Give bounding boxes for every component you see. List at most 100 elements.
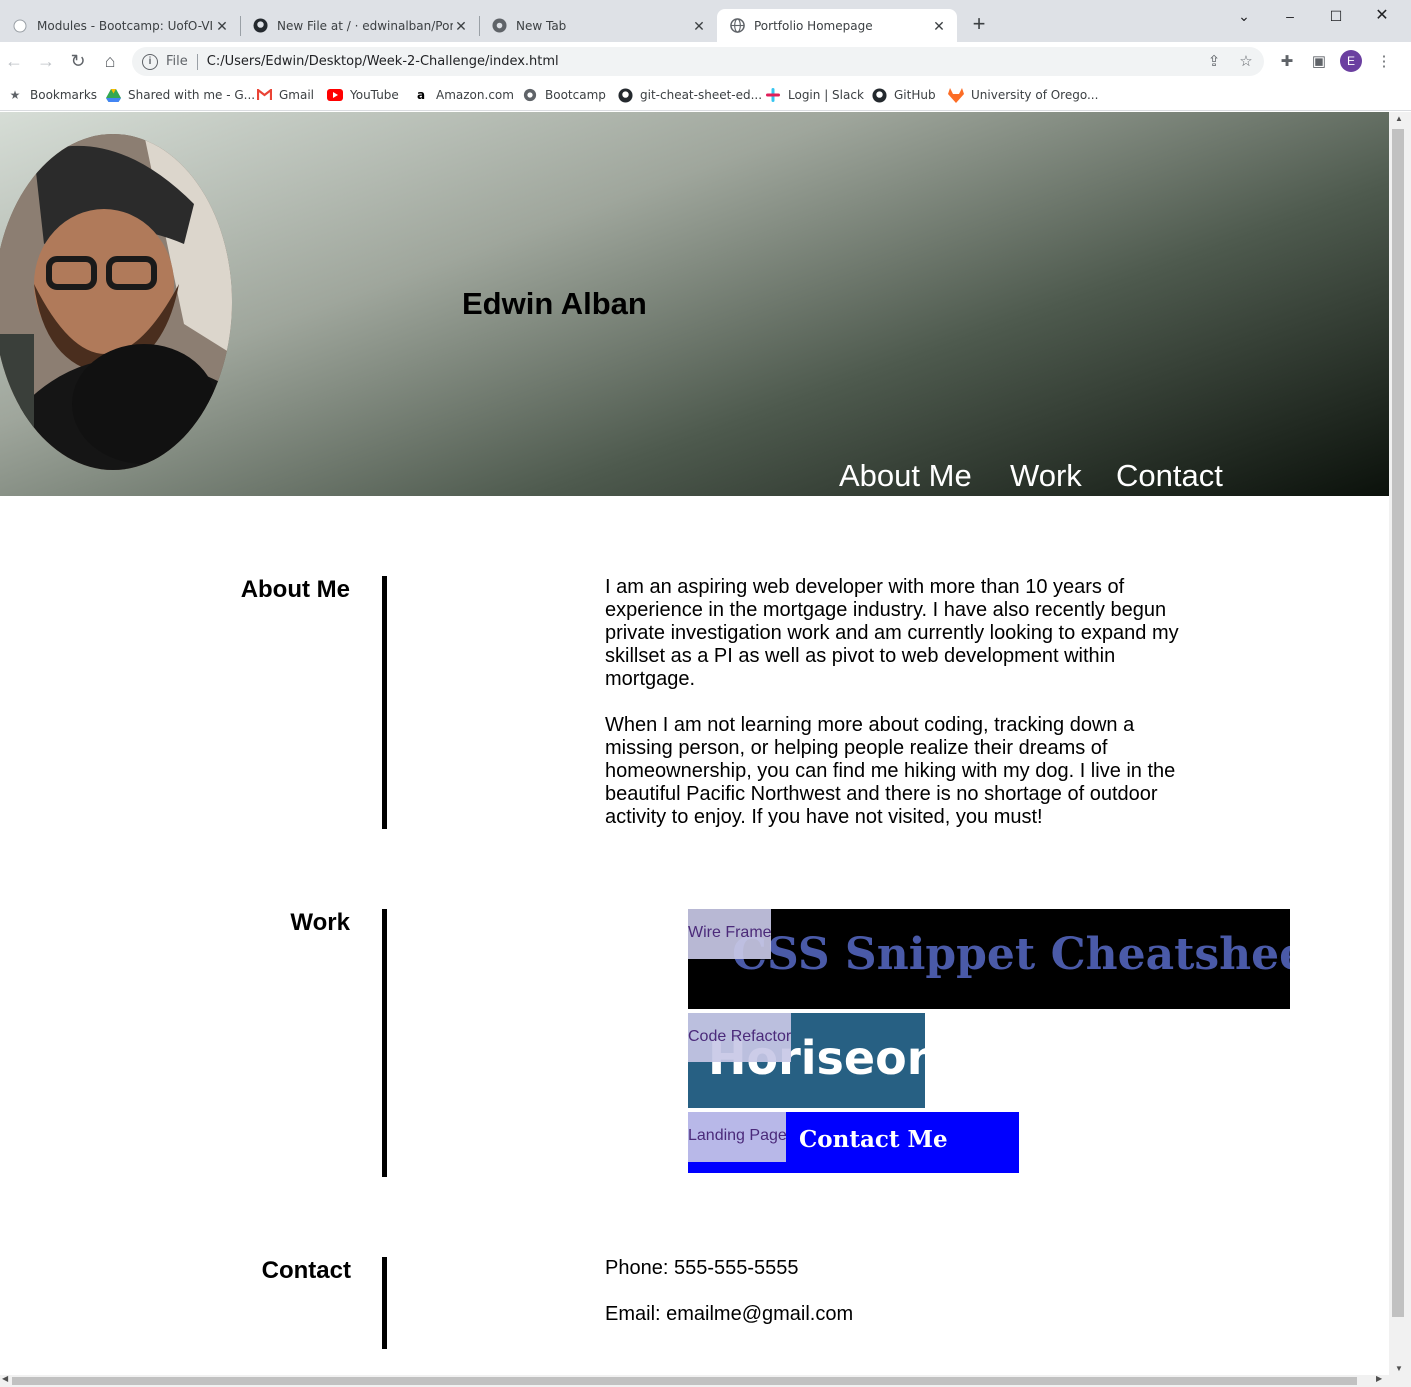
globe-icon <box>729 18 745 34</box>
tab-new-file[interactable]: New File at / · edwinalban/Portfo ✕ <box>240 9 479 42</box>
google-drive-icon <box>105 87 121 103</box>
address-bar[interactable]: i File C:/Users/Edwin/Desktop/Week-2-Cha… <box>132 47 1264 76</box>
bookmark-item[interactable]: YouTube <box>327 86 399 104</box>
gmail-icon <box>256 87 272 103</box>
close-tab-icon[interactable]: ✕ <box>931 18 947 34</box>
about-heading: About Me <box>240 576 350 603</box>
contact-phone: Phone: 555-555-5555 <box>605 1257 799 1279</box>
close-tab-icon[interactable]: ✕ <box>691 18 707 34</box>
project-image-text: Contact Me <box>799 1126 948 1153</box>
contact-email[interactable]: Email: emailme@gmail.com <box>605 1303 853 1326</box>
bookmark-label: Gmail <box>279 88 315 102</box>
horizontal-scrollbar[interactable]: ◀ ▶ <box>0 1374 1411 1387</box>
project-label: Wire Frame <box>688 909 772 959</box>
profile-photo <box>0 134 232 470</box>
home-icon[interactable]: ⌂ <box>99 50 121 72</box>
about-paragraph: When I am not learning more about coding… <box>605 714 1176 828</box>
close-tab-icon[interactable]: ✕ <box>214 18 230 34</box>
site-title: Edwin Alban <box>462 286 647 321</box>
url-scheme: File <box>166 54 188 69</box>
bookmark-label: Bootcamp <box>545 88 606 102</box>
tab-title: Portfolio Homepage <box>754 18 873 33</box>
scroll-left-icon[interactable]: ◀ <box>2 1374 8 1383</box>
nav-link-contact[interactable]: Contact <box>1116 458 1223 494</box>
scroll-right-icon[interactable]: ▶ <box>1376 1374 1382 1383</box>
bookmark-star-icon[interactable]: ☆ <box>1238 54 1254 70</box>
github-icon <box>871 87 887 103</box>
tab-title: New File at / · edwinalban/Portfo <box>277 18 453 33</box>
scrollbar-thumb[interactable] <box>1392 129 1404 1317</box>
project-card-landing-page[interactable]: Contact Me Landing Page <box>688 1112 1019 1173</box>
bookmark-item[interactable]: a Amazon.com <box>413 86 514 104</box>
bookmark-label: University of Orego... <box>971 88 1099 102</box>
bookmark-item[interactable]: Gmail <box>256 86 314 104</box>
share-icon[interactable]: ⇪ <box>1206 54 1222 70</box>
project-label: Code Refactor <box>688 1013 791 1062</box>
contact-heading: Contact <box>261 1257 351 1284</box>
tab-portfolio-homepage[interactable]: Portfolio Homepage ✕ <box>717 9 957 42</box>
star-icon: ★ <box>9 88 21 102</box>
about-text: I am an aspiring web developer with more… <box>605 576 1180 829</box>
back-icon[interactable]: ← <box>3 50 25 72</box>
forward-icon[interactable]: → <box>35 50 57 72</box>
minimize-icon[interactable]: – <box>1280 6 1300 26</box>
new-tab-icon[interactable]: + <box>967 13 991 37</box>
bookmark-item[interactable]: git-cheat-sheet-ed... <box>617 86 762 104</box>
bookmark-label: GitHub <box>894 88 936 102</box>
tab-strip: Modules - Bootcamp: UofO-VIRT ✕ New File… <box>0 0 1411 42</box>
gitlab-icon <box>948 87 964 103</box>
vertical-scrollbar[interactable]: ▲ ▼ <box>1389 112 1411 1375</box>
nav-link-work[interactable]: Work <box>1010 458 1082 494</box>
tab-modules[interactable]: Modules - Bootcamp: UofO-VIRT ✕ <box>0 9 240 42</box>
bookmark-item[interactable]: Bootcamp <box>522 86 606 104</box>
project-image-text: CSS Snippet Cheatsheet <box>732 929 1290 980</box>
address-divider <box>196 53 198 70</box>
bootcamp-icon <box>12 18 28 34</box>
hero-header: Edwin Alban About Me Work Contact <box>0 112 1389 496</box>
site-info-icon[interactable]: i <box>142 53 158 70</box>
about-paragraph: I am an aspiring web developer with more… <box>605 576 1179 690</box>
nav-link-about-me[interactable]: About Me <box>839 458 972 494</box>
project-card-code-refactor[interactable]: Horiseon Code Refactor <box>688 1013 925 1108</box>
bookmark-item[interactable]: University of Orego... <box>948 86 1098 104</box>
reload-icon[interactable]: ↻ <box>67 50 89 72</box>
work-heading: Work <box>290 909 350 936</box>
youtube-icon <box>327 87 343 103</box>
tab-search-chevron-icon[interactable]: ⌄ <box>1234 6 1254 26</box>
tab-title: Modules - Bootcamp: UofO-VIRT <box>37 18 214 33</box>
globe-icon <box>522 87 538 103</box>
bookmark-item[interactable]: Login | Slack <box>765 86 864 104</box>
extensions-icon[interactable]: ✚ <box>1277 52 1297 72</box>
bookmark-label: Shared with me - G... <box>128 88 256 102</box>
bookmark-item[interactable]: GitHub <box>871 86 936 104</box>
slack-icon <box>765 87 781 103</box>
bookmark-item[interactable]: ★ Bookmarks <box>7 86 97 104</box>
browser-toolbar: ← → ↻ ⌂ i File C:/Users/Edwin/Desktop/We… <box>0 42 1411 80</box>
menu-kebab-icon[interactable]: ⋮ <box>1374 52 1394 72</box>
project-card-wire-frame[interactable]: CSS Snippet Cheatsheet Wire Frame <box>688 909 1290 1009</box>
bookmark-label: YouTube <box>350 88 399 102</box>
close-tab-icon[interactable]: ✕ <box>453 18 469 34</box>
github-icon <box>252 18 268 34</box>
tab-new-tab[interactable]: New Tab ✕ <box>479 9 717 42</box>
chrome-icon <box>491 18 507 34</box>
page-viewport: Edwin Alban About Me Work Contact About … <box>0 112 1389 1375</box>
section-divider <box>382 909 387 1177</box>
url-text[interactable]: C:/Users/Edwin/Desktop/Week-2-Challenge/… <box>207 54 559 69</box>
bookmark-item[interactable]: Shared with me - G... <box>105 86 255 104</box>
section-divider <box>382 1257 387 1349</box>
bookmark-label: Bookmarks <box>30 88 98 102</box>
scroll-up-icon[interactable]: ▲ <box>1393 114 1405 123</box>
scroll-down-icon[interactable]: ▼ <box>1393 1364 1405 1373</box>
bookmark-label: Login | Slack <box>788 88 864 102</box>
project-label: Landing Page <box>688 1112 787 1162</box>
side-panel-icon[interactable]: ▣ <box>1309 52 1329 72</box>
maximize-icon[interactable]: ☐ <box>1326 6 1346 26</box>
bookmark-label: git-cheat-sheet-ed... <box>640 88 763 102</box>
close-window-icon[interactable]: ✕ <box>1372 6 1392 26</box>
tab-title: New Tab <box>516 18 567 33</box>
profile-avatar[interactable]: E <box>1340 50 1362 72</box>
scrollbar-thumb[interactable] <box>12 1377 1357 1385</box>
amazon-icon: a <box>416 88 426 102</box>
bookmark-label: Amazon.com <box>436 88 514 102</box>
